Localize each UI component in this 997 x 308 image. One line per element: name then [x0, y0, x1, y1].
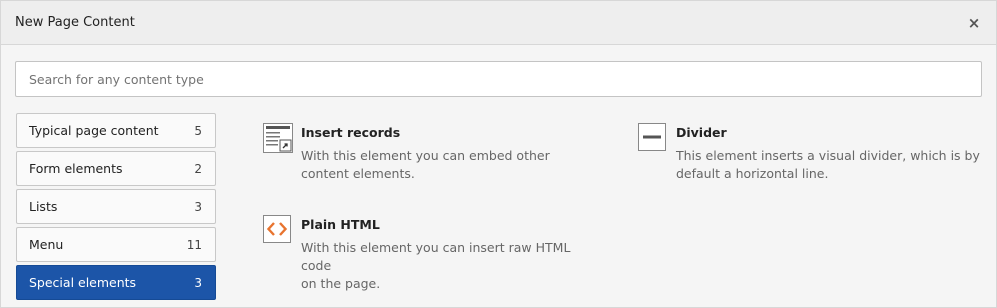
category-typical-page-content[interactable]: Typical page content 5: [16, 113, 216, 148]
category-label: Form elements: [29, 161, 123, 176]
element-title: Plain HTML: [301, 217, 380, 232]
element-title: Divider: [676, 125, 727, 140]
content-element-plain-html[interactable]: Plain HTML With this element you can ins…: [263, 215, 603, 293]
category-count: 3: [194, 199, 202, 214]
insert-records-icon: [263, 123, 293, 153]
element-description-line: With this element you can embed other: [301, 148, 550, 163]
category-count: 5: [194, 123, 202, 138]
category-label: Typical page content: [29, 123, 159, 138]
element-description-line: on the page.: [301, 276, 381, 291]
new-content-wizard-dialog: New Page Content × Typical page content …: [0, 0, 997, 308]
category-special-elements[interactable]: Special elements 3: [16, 265, 216, 300]
category-label: Menu: [29, 237, 64, 252]
element-description-line: default a horizontal line.: [676, 166, 829, 181]
category-label: Special elements: [29, 275, 137, 290]
search-input[interactable]: [15, 61, 982, 97]
category-form-elements[interactable]: Form elements 2: [16, 151, 216, 186]
category-count: 11: [186, 237, 202, 252]
dialog-title: New Page Content: [15, 15, 135, 30]
element-description-line: This element inserts a visual divider, w…: [676, 148, 980, 163]
content-element-insert-records[interactable]: Insert records With this element you can…: [263, 123, 593, 183]
close-button[interactable]: ×: [966, 15, 982, 31]
content-element-divider[interactable]: Divider This element inserts a visual di…: [638, 123, 983, 183]
element-title: Insert records: [301, 125, 401, 140]
html-code-icon: [263, 215, 291, 243]
category-lists[interactable]: Lists 3: [16, 189, 216, 224]
dialog-header: New Page Content ×: [1, 1, 996, 45]
dialog-body: Typical page content 5 Form elements 2 L…: [1, 45, 996, 307]
category-label: Lists: [29, 199, 58, 214]
category-menu[interactable]: Menu 11: [16, 227, 216, 262]
element-description-line: With this element you can insert raw HTM…: [301, 240, 571, 273]
divider-icon: [638, 123, 666, 151]
element-description-line: content elements.: [301, 166, 415, 181]
category-count: 3: [194, 275, 202, 290]
category-list: Typical page content 5 Form elements 2 L…: [16, 113, 216, 303]
category-count: 2: [194, 161, 202, 176]
